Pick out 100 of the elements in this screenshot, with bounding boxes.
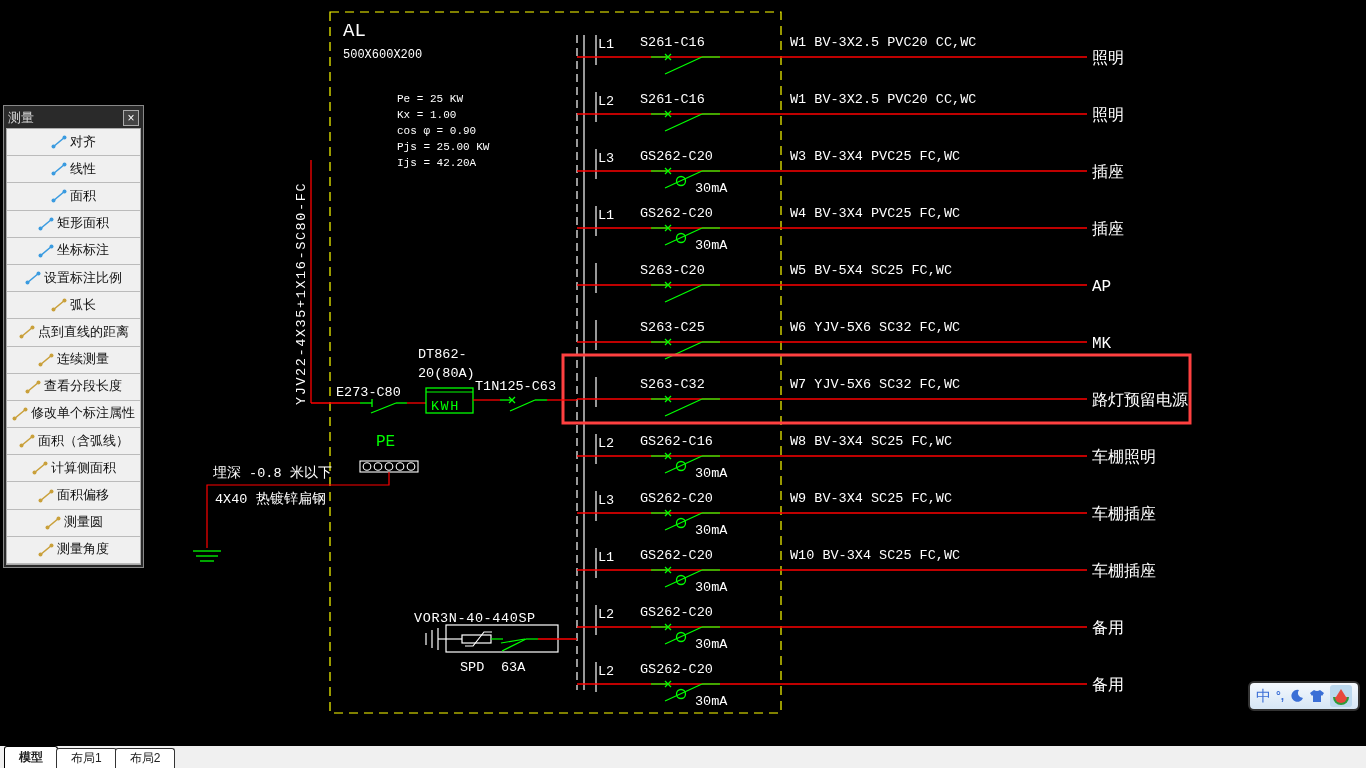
breaker-label: GS262-C20 <box>640 662 713 677</box>
cable-label: YJV22-4X35+1X16-SC80-FC <box>294 181 309 405</box>
spd-rating: 63A <box>501 660 526 675</box>
busbar-line <box>595 433 597 465</box>
input-mode-toggle[interactable]: 中 <box>1255 686 1271 706</box>
cable-label: W3 BV-3X4 PVC25 FC,WC <box>790 149 961 164</box>
wire-line <box>537 638 578 640</box>
circuit-label: MK <box>1092 335 1112 353</box>
cable-label: W7 YJV-5X6 SC32 FC,WC <box>790 377 961 392</box>
circuit-label: 车棚插座 <box>1092 506 1156 524</box>
phase-label: L1 <box>598 37 615 52</box>
meter-label: KWH <box>431 399 460 414</box>
breaker-label: GS262-C20 <box>640 206 713 221</box>
breaker-label: S261-C16 <box>640 35 705 50</box>
circuit-label: 照明 <box>1092 107 1124 125</box>
busbar-line <box>595 262 597 294</box>
breaker-label: GS262-C20 <box>640 548 713 563</box>
cable-label: W4 BV-3X4 PVC25 FC,WC <box>790 206 961 221</box>
layout-tab[interactable]: 模型 <box>4 746 58 768</box>
palette-title: 测量 <box>8 109 34 127</box>
breaker-symbol <box>499 396 548 412</box>
spd-model: VOR3N-40-440SP <box>414 611 536 626</box>
rcd-rating: 30mA <box>695 523 728 538</box>
phase-label: L3 <box>598 151 615 166</box>
cable-label: W10 BV-3X4 SC25 FC,WC <box>790 548 961 563</box>
busbar-line <box>595 604 597 636</box>
layout-tab[interactable]: 布局2 <box>114 748 176 768</box>
busbar-line <box>595 34 597 66</box>
breaker-symbol <box>359 398 408 414</box>
rcd-rating: 30mA <box>695 694 728 709</box>
busbar-line <box>595 490 597 522</box>
breaker-symbol <box>650 110 721 132</box>
phase-label: L2 <box>598 607 615 622</box>
panel-size: 500X600X200 <box>343 48 423 62</box>
load-parameter: Pe = 25 KW <box>397 93 463 105</box>
breaker-label: GS262-C20 <box>640 491 713 506</box>
breaker-label: GS262-C20 <box>640 149 713 164</box>
breaker-label: S261-C16 <box>640 92 705 107</box>
earth-conductor-note: 4X40 热镀锌扁钢 <box>215 492 326 507</box>
watermelon-icon[interactable] <box>1330 685 1353 707</box>
cable-label: W9 BV-3X4 SC25 FC,WC <box>790 491 953 506</box>
circuit-label: 插座 <box>1092 164 1124 182</box>
meter-box <box>425 387 474 414</box>
circuit-label: 备用 <box>1092 677 1124 695</box>
burial-depth-note: 埋深 -0.8 米以下 <box>213 466 332 481</box>
circuit-label: AP <box>1092 278 1112 296</box>
shirt-icon[interactable] <box>1308 689 1325 703</box>
rcd-rating: 30mA <box>695 466 728 481</box>
busbar-line <box>595 91 597 123</box>
punctuation-toggle[interactable]: °, <box>1276 689 1285 703</box>
breaker-label: E273-C80 <box>336 385 401 400</box>
breaker-symbol <box>650 395 721 417</box>
busbar-line <box>595 319 597 351</box>
busbar-line <box>595 547 597 579</box>
load-parameter: cos φ = 0.90 <box>397 125 477 137</box>
load-parameter: Ijs = 42.20A <box>397 157 477 169</box>
panel-name: AL <box>343 20 366 42</box>
ground-symbol <box>192 550 222 562</box>
meter-model: DT862- <box>418 347 467 362</box>
cable-label: W5 BV-5X4 SC25 FC,WC <box>790 263 953 278</box>
breaker-label: S263-C20 <box>640 263 705 278</box>
breaker-label: GS262-C20 <box>640 605 713 620</box>
circuit-label: 插座 <box>1092 221 1124 239</box>
rcd-rating: 30mA <box>695 580 728 595</box>
phase-label: L1 <box>598 550 615 565</box>
cable-label: W1 BV-3X2.5 PVC20 CC,WC <box>790 92 977 107</box>
phase-label: L1 <box>598 208 615 223</box>
load-parameter: Kx = 1.00 <box>397 109 457 121</box>
busbar-line <box>595 205 597 237</box>
circuit-label: 备用 <box>1092 620 1124 638</box>
breaker-symbol <box>650 338 721 360</box>
cable-label: W8 BV-3X4 SC25 FC,WC <box>790 434 953 449</box>
meter-model: 20(80A) <box>418 366 475 381</box>
phase-label: L2 <box>598 94 615 109</box>
pe-label: PE <box>376 433 396 451</box>
breaker-label: S263-C32 <box>640 377 705 392</box>
phase-label: L3 <box>598 493 615 508</box>
busbar-line <box>595 148 597 180</box>
breaker-label: GS262-C16 <box>640 434 713 449</box>
close-button[interactable]: × <box>123 110 139 126</box>
wire-line <box>472 399 501 401</box>
load-parameter: Pjs = 25.00 KW <box>397 141 490 153</box>
spd-label: SPD <box>460 660 485 675</box>
rcd-rating: 30mA <box>695 238 728 253</box>
busbar-line <box>595 661 597 693</box>
circuit-label: 路灯预留电源 <box>1092 392 1188 410</box>
circuit-label: 车棚照明 <box>1092 449 1156 467</box>
breaker-symbol <box>650 281 721 303</box>
breaker-symbol <box>650 53 721 75</box>
cable-label: W6 YJV-5X6 SC32 FC,WC <box>790 320 961 335</box>
phase-label: L2 <box>598 664 615 679</box>
layout-tab[interactable]: 布局1 <box>56 748 117 768</box>
circuit-label: 照明 <box>1092 50 1124 68</box>
busbar-line <box>595 376 597 408</box>
moon-icon[interactable] <box>1289 689 1304 703</box>
wire-line <box>406 402 427 404</box>
circuit-label: 车棚插座 <box>1092 563 1156 581</box>
terminal-bar <box>359 460 419 473</box>
cable-label: W1 BV-3X2.5 PVC20 CC,WC <box>790 35 977 50</box>
rcd-rating: 30mA <box>695 637 728 652</box>
